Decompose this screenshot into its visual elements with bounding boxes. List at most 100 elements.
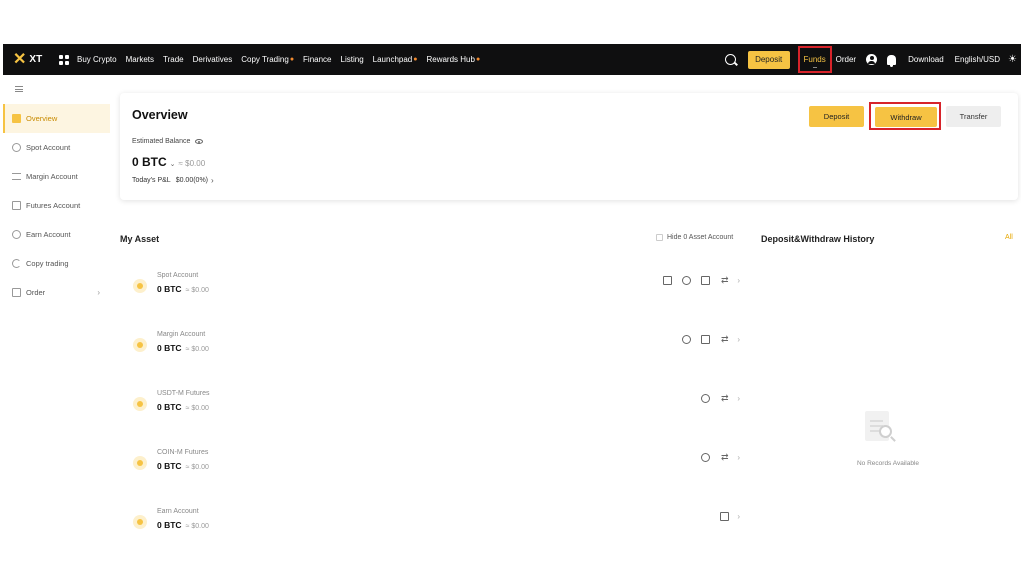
asset-balance-usd: ≈ $0.00 [185,405,209,412]
asset-actions: ⇄ › [691,393,740,403]
history-icon[interactable] [682,335,692,344]
chevron-right-icon[interactable]: › [737,394,740,403]
hide-zero-asset-toggle[interactable]: Hide 0 Asset Account [656,234,733,241]
asset-balance-usd: ≈ $0.00 [185,287,209,294]
history-title: Deposit&Withdraw History [761,234,875,244]
coin-futures-icon [133,456,147,470]
link-icon[interactable] [701,453,711,462]
transfer-icon[interactable]: ⇄ [720,334,729,344]
withdraw-button[interactable]: Withdraw [875,107,937,127]
asset-balance-btc: 0 BTC [157,461,182,471]
withdraw-icon[interactable] [701,335,711,344]
user-avatar-icon[interactable] [866,54,878,65]
link-icon[interactable] [701,394,711,403]
flame-icon: ● [289,56,295,63]
nav-label: Listing [340,55,364,64]
asset-row-spot[interactable]: Spot Account 0 BTC ≈ $0.00 ⇄ › [120,265,750,313]
nav-copy-trading[interactable]: Copy Trading ● [241,55,294,64]
asset-balance-usd: ≈ $0.00 [185,346,209,353]
xt-logo[interactable]: ✕ XT [13,51,53,68]
nav-buy-crypto[interactable]: Buy Crypto [77,55,117,64]
nav-order[interactable]: Order [836,55,856,64]
sidebar-item-label: Margin Account [26,172,78,181]
nav-label: Copy Trading [241,55,289,64]
nav-listing[interactable]: Listing [341,55,364,64]
nav-markets[interactable]: Markets [126,55,154,64]
chevron-right-icon[interactable]: › [737,512,740,521]
asset-name: USDT-M Futures [157,390,210,397]
todays-pnl[interactable]: Today's P&L $0.00(0%) › [132,176,214,185]
nav-download[interactable]: Download [908,55,944,64]
pnl-label: Today's P&L [132,177,171,184]
top-navbar: ✕ XT Buy Crypto Markets Trade Derivative… [3,44,1021,75]
sidebar-item-earn-account[interactable]: Earn Account [3,220,110,249]
hide-zero-checkbox[interactable] [656,234,663,241]
estimated-balance: 0 BTC ⌄ ≈ $0.00 [132,155,205,169]
chevron-right-icon[interactable]: › [737,335,740,344]
main-nav: Buy Crypto Markets Trade Derivatives Cop… [77,55,489,64]
asset-balance: 0 BTC ≈ $0.00 [157,520,209,530]
nav-trade[interactable]: Trade [163,55,184,64]
asset-row-usdt-futures[interactable]: USDT-M Futures 0 BTC ≈ $0.00 ⇄ › [120,383,750,431]
sidebar-item-label: Futures Account [26,201,81,210]
sidebar-item-label: Overview [26,114,58,123]
sidebar-collapse-icon[interactable] [15,86,23,92]
asset-balance-btc: 0 BTC [157,520,182,530]
transfer-button[interactable]: Transfer [946,106,1001,127]
transfer-icon[interactable]: ⇄ [720,452,729,462]
sidebar-item-futures-account[interactable]: Futures Account [3,191,110,220]
nav-label: Trade [163,55,184,64]
asset-row-margin[interactable]: Margin Account 0 BTC ≈ $0.00 ⇄ › [120,324,750,372]
chevron-right-icon[interactable]: › [737,276,740,285]
flame-icon: ● [475,56,481,63]
lock-icon[interactable] [720,512,730,521]
asset-row-coin-futures[interactable]: COIN-M Futures 0 BTC ≈ $0.00 ⇄ › [120,442,750,490]
language-currency-selector[interactable]: English/USD [955,55,1000,64]
chevron-down-icon[interactable]: ⌄ [170,160,176,168]
nav-funds[interactable]: Funds [797,46,832,73]
asset-row-earn[interactable]: Earn Account 0 BTC ≈ $0.00 › [120,501,750,544]
asset-balance: 0 BTC ≈ $0.00 [157,284,209,294]
nav-finance[interactable]: Finance [303,55,331,64]
nav-rewards-hub[interactable]: Rewards Hub ● [426,55,480,64]
estimated-balance-label: Estimated Balance [132,138,204,145]
apps-grid-icon[interactable] [59,54,69,65]
copy-icon [12,259,21,268]
withdraw-icon[interactable] [701,276,711,285]
history-all-link[interactable]: All [1005,234,1013,241]
chevron-right-icon[interactable]: › [737,453,740,462]
nav-derivatives[interactable]: Derivatives [193,55,233,64]
no-records-text: No Records Available [856,460,920,467]
balance-usd: ≈ $0.00 [178,159,206,168]
asset-balance-usd: ≈ $0.00 [185,464,209,471]
theme-sun-icon[interactable]: ☀ [1008,54,1017,65]
deposit-icon[interactable] [663,276,673,285]
search-icon[interactable] [724,54,736,65]
sidebar-item-copy-trading[interactable]: Copy trading [3,249,110,278]
sidebar-item-order[interactable]: Order › [3,278,110,307]
sidebar-item-label: Spot Account [26,143,71,152]
transfer-icon[interactable]: ⇄ [720,393,729,403]
eye-icon[interactable] [195,139,204,144]
history-icon[interactable] [682,276,692,285]
overview-icon [12,114,21,123]
asset-balance: 0 BTC ≈ $0.00 [157,343,209,353]
deposit-button[interactable]: Deposit [809,106,864,127]
sidebar-item-overview[interactable]: Overview [3,104,110,133]
asset-balance-btc: 0 BTC [157,284,182,294]
asset-actions: › [710,512,740,521]
sidebar-item-spot-account[interactable]: Spot Account [3,133,110,162]
transfer-icon[interactable]: ⇄ [720,275,729,285]
asset-name: COIN-M Futures [157,449,209,456]
my-asset-title: My Asset [120,234,160,244]
chevron-right-icon: › [97,288,100,297]
xt-logo-text: XT [29,54,43,65]
no-records-icon [861,409,903,449]
flame-icon: ● [413,56,418,63]
top-deposit-button[interactable]: Deposit [747,50,790,69]
bell-icon[interactable] [887,54,897,67]
spot-icon [12,143,21,152]
nav-launchpad[interactable]: Launchpad ● [373,55,418,64]
earn-account-icon [133,515,147,529]
sidebar-item-margin-account[interactable]: Margin Account [3,162,110,191]
